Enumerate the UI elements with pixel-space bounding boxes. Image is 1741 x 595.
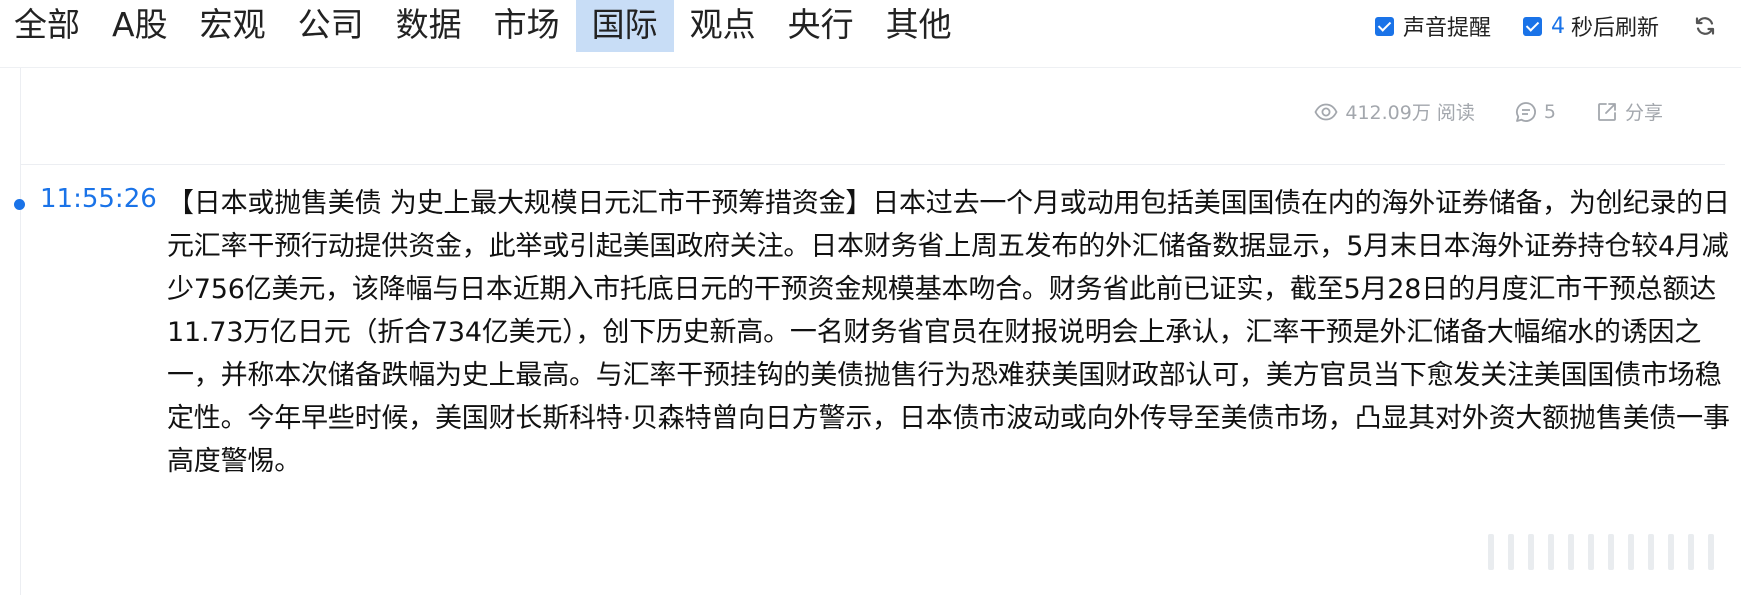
category-tabs: 全部 A股 宏观 公司 数据 市场 国际 观点 央行 其他 bbox=[0, 0, 968, 52]
tab-macro[interactable]: 宏观 bbox=[184, 0, 282, 52]
previous-item-footer: 412.09万 阅读 5 分享 bbox=[21, 68, 1725, 165]
news-feed: 412.09万 阅读 5 分享 11:55:26 【日本或抛售美债 为史上最大规… bbox=[14, 68, 1730, 595]
checkbox-checked-icon[interactable] bbox=[1374, 16, 1394, 36]
thumbnail-bar bbox=[1488, 534, 1494, 570]
comments-button[interactable]: 5 bbox=[1515, 101, 1556, 123]
nav-controls: 声音提醒 4 秒后刷新 bbox=[1374, 0, 1741, 52]
top-nav: 全部 A股 宏观 公司 数据 市场 国际 观点 央行 其他 声音提醒 4 秒后刷… bbox=[0, 0, 1741, 68]
timeline-dot-icon bbox=[14, 199, 25, 210]
tab-international[interactable]: 国际 bbox=[575, 0, 674, 52]
share-icon bbox=[1598, 102, 1616, 121]
news-headline: 【日本或抛售美债 为史上最大规模日元汇市干预筹措资金】 bbox=[167, 188, 873, 219]
comments-count: 5 bbox=[1543, 100, 1556, 123]
thumbnail-bar bbox=[1528, 534, 1534, 570]
refresh-countdown: 4 bbox=[1550, 13, 1565, 39]
thumbnail-bar bbox=[1588, 534, 1594, 570]
tab-data[interactable]: 数据 bbox=[380, 0, 478, 52]
comment-icon bbox=[1515, 101, 1536, 122]
thumbnail-bar bbox=[1628, 534, 1634, 570]
image-thumbnail[interactable] bbox=[1434, 526, 1714, 570]
thumbnail-bar bbox=[1608, 534, 1614, 570]
thumbnail-bar bbox=[1648, 534, 1654, 570]
tab-central-bank[interactable]: 央行 bbox=[772, 0, 870, 52]
news-content: 【日本或抛售美债 为史上最大规模日元汇市干预筹措资金】日本过去一个月或动用包括美… bbox=[167, 182, 1741, 483]
tab-company[interactable]: 公司 bbox=[282, 0, 380, 52]
auto-refresh-checkbox[interactable]: 4 秒后刷新 bbox=[1522, 10, 1659, 42]
thumbnail-bar bbox=[1708, 534, 1714, 570]
item-stats: 412.09万 阅读 5 分享 bbox=[1274, 98, 1663, 125]
thumbnail-bar bbox=[1548, 534, 1554, 570]
reads-count: 412.09万 阅读 bbox=[1345, 102, 1475, 124]
share-button[interactable]: 分享 bbox=[1596, 98, 1663, 125]
news-time: 11:55:26 bbox=[40, 184, 157, 214]
auto-refresh-label: 秒后刷新 bbox=[1570, 16, 1659, 41]
tab-opinion[interactable]: 观点 bbox=[674, 0, 772, 52]
news-body: 日本过去一个月或动用包括美国国债在内的海外证券储备，为创纪录的日元汇率干预行动提… bbox=[167, 188, 1730, 477]
thumbnail-bar bbox=[1508, 534, 1514, 570]
tab-other[interactable]: 其他 bbox=[870, 0, 968, 52]
refresh-icon[interactable] bbox=[1691, 12, 1719, 40]
tab-a-shares[interactable]: A股 bbox=[96, 0, 184, 52]
eye-icon bbox=[1314, 103, 1338, 120]
checkbox-checked-icon[interactable] bbox=[1522, 16, 1542, 36]
sound-alert-checkbox[interactable]: 声音提醒 bbox=[1374, 10, 1491, 42]
tab-market[interactable]: 市场 bbox=[478, 0, 576, 52]
thumbnail-bar bbox=[1668, 534, 1674, 570]
reads-stat: 412.09万 阅读 bbox=[1314, 98, 1475, 125]
share-label: 分享 bbox=[1624, 102, 1663, 124]
thumbnail-bar bbox=[1688, 534, 1694, 570]
tab-all[interactable]: 全部 bbox=[0, 0, 96, 52]
sound-alert-label: 声音提醒 bbox=[1402, 16, 1491, 41]
thumbnail-bar bbox=[1568, 534, 1574, 570]
